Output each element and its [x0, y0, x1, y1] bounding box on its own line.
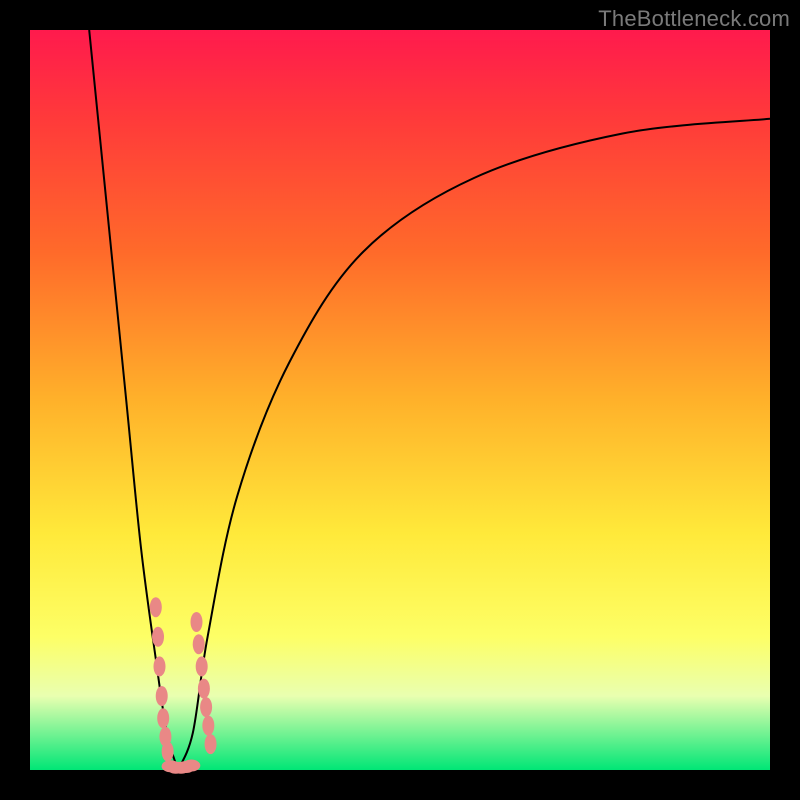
outer-frame: TheBottleneck.com — [0, 0, 800, 800]
data-point-icon — [150, 597, 162, 617]
data-point-icon — [202, 716, 214, 736]
data-point-icon — [156, 686, 168, 706]
data-point-icon — [196, 656, 208, 676]
bottleneck-curve-right — [178, 119, 770, 770]
data-point-icon — [152, 627, 164, 647]
data-point-icon — [205, 734, 217, 754]
plot-area — [30, 30, 770, 770]
data-point-icon — [182, 760, 200, 772]
data-point-icon — [193, 634, 205, 654]
watermark-text: TheBottleneck.com — [598, 6, 790, 32]
data-point-icon — [154, 656, 166, 676]
data-point-icon — [157, 708, 169, 728]
data-point-icon — [198, 679, 210, 699]
data-point-icon — [162, 742, 174, 762]
data-point-icon — [191, 612, 203, 632]
data-point-icon — [200, 697, 212, 717]
curve-svg — [30, 30, 770, 770]
bottleneck-curve-left — [89, 30, 178, 770]
